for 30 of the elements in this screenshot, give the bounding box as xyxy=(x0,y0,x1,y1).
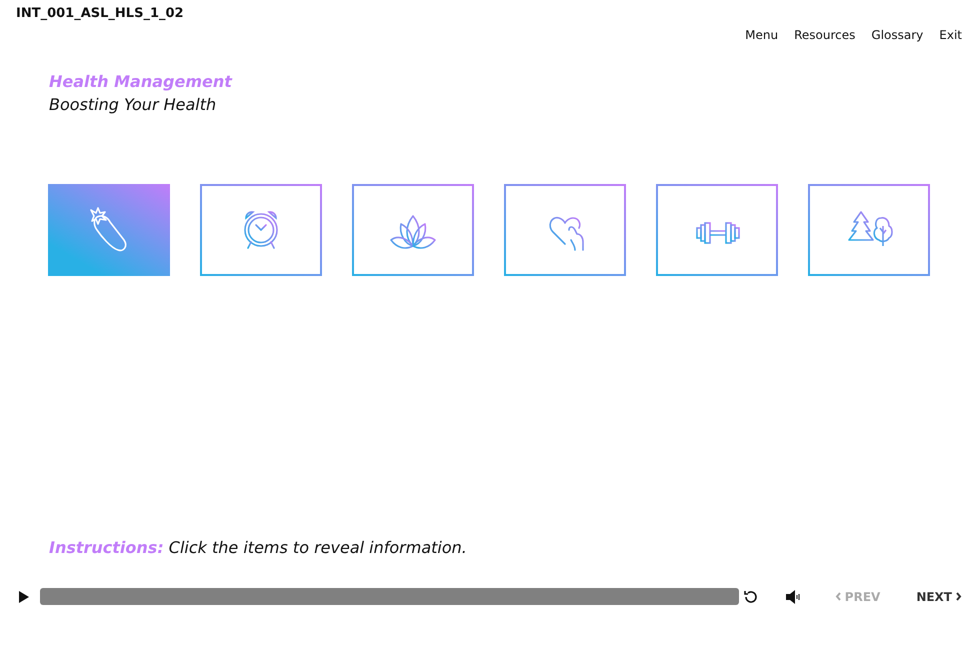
progress-track[interactable] xyxy=(40,588,739,605)
nav-link[interactable]: Glossary xyxy=(871,28,924,42)
play-icon xyxy=(18,590,30,604)
speaker-icon xyxy=(784,590,801,604)
topic-tile[interactable] xyxy=(504,184,626,276)
nav-link[interactable]: Exit xyxy=(939,28,962,42)
nav-link[interactable]: Resources xyxy=(794,28,856,42)
topic-tile[interactable] xyxy=(48,184,170,276)
replay-icon xyxy=(742,588,759,604)
volume-button[interactable] xyxy=(784,590,801,604)
trees-icon xyxy=(847,211,893,247)
topic-tile[interactable] xyxy=(656,184,778,276)
topic-tile[interactable] xyxy=(352,184,474,276)
replay-button[interactable] xyxy=(742,588,759,604)
topic-tile[interactable] xyxy=(200,184,322,276)
eggplant-icon xyxy=(90,207,126,252)
next-button[interactable]: NEXT xyxy=(916,590,962,604)
heart-hand-icon xyxy=(549,216,584,251)
course-code: INT_001_ASL_HLS_1_02 xyxy=(16,6,185,21)
topic-tile[interactable] xyxy=(808,184,930,276)
alarm-clock-icon xyxy=(244,211,278,249)
page-title: Health Management xyxy=(49,71,234,93)
chevron-left-icon xyxy=(834,592,842,601)
instructions-text: Instructions: Click the items to reveal information. xyxy=(48,537,468,558)
dumbbell-icon xyxy=(696,222,740,244)
page-subtitle: Boosting Your Health xyxy=(49,94,218,116)
chevron-right-icon xyxy=(955,592,962,601)
play-button[interactable] xyxy=(18,590,30,604)
nav-link[interactable]: Menu xyxy=(745,28,778,42)
lotus-icon xyxy=(390,215,436,249)
